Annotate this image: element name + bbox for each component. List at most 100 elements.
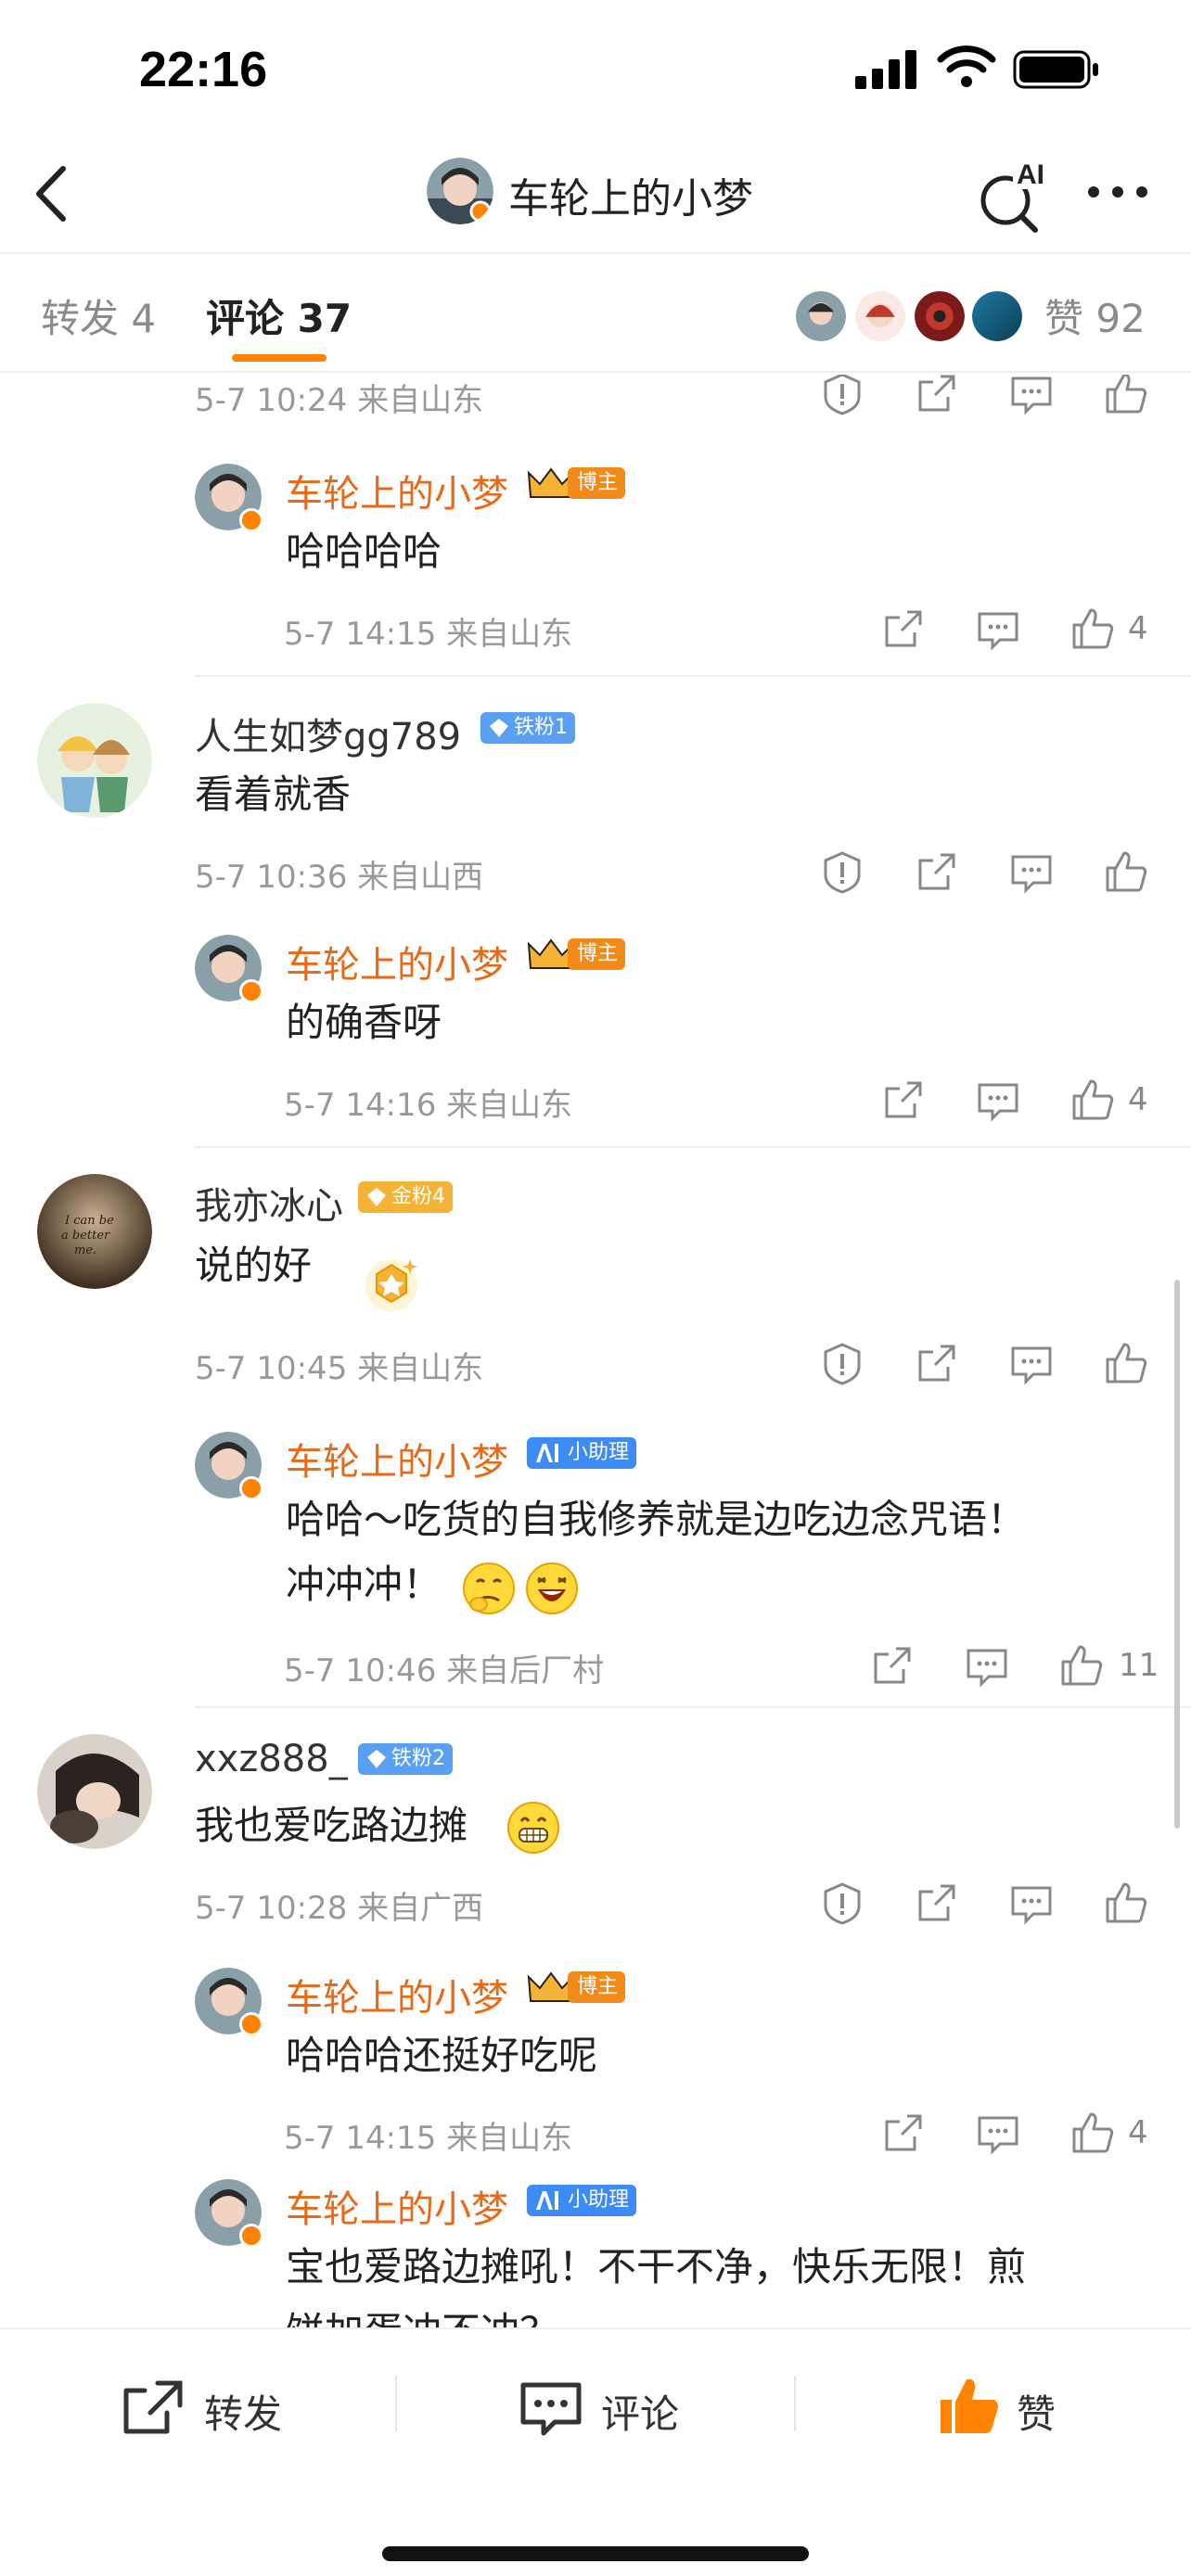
thinking-emoji-icon xyxy=(463,1562,515,1614)
like-icon[interactable] xyxy=(1070,1078,1115,1122)
like-icon[interactable] xyxy=(1059,1643,1104,1688)
liker-avatar[interactable] xyxy=(853,289,907,343)
reply-like-count: 4 xyxy=(1128,1081,1148,1118)
report-icon[interactable] xyxy=(820,375,864,415)
commenter-avatar[interactable] xyxy=(37,703,152,818)
reply-username[interactable]: 车轮上的小梦 xyxy=(286,1968,508,2021)
reply-meta: 5-7 14:15 来自山东 xyxy=(284,2120,573,2157)
like-icon[interactable] xyxy=(1070,606,1115,651)
like-icon[interactable] xyxy=(1104,375,1148,415)
tabs-bar: 转发 4 评论 37 赞 92 xyxy=(0,256,1191,373)
verified-badge-icon xyxy=(239,979,263,1003)
reply-username[interactable]: 车轮上的小梦 xyxy=(286,2179,508,2233)
report-icon[interactable] xyxy=(820,1881,864,1925)
liker-avatar[interactable] xyxy=(970,289,1024,343)
reply-text: 宝也爱路边摊吼！不干不净，快乐无限！煎 xyxy=(286,2244,1027,2289)
share-icon[interactable] xyxy=(915,1881,959,1925)
comment-meta: 5-7 10:28 来自广西 xyxy=(195,1890,484,1927)
commenter-username[interactable]: xxz888_ xyxy=(195,1738,348,1780)
divider xyxy=(794,2376,796,2431)
battery-icon xyxy=(1013,50,1098,89)
commenter-avatar[interactable] xyxy=(37,1734,152,1849)
reply-meta: 5-7 14:16 来自山东 xyxy=(284,1087,573,1124)
like-icon[interactable] xyxy=(1104,1881,1148,1925)
comment-icon[interactable] xyxy=(1009,1341,1054,1385)
ai-assistant-icon xyxy=(536,2191,558,2210)
tab-repost[interactable]: 转发 4 xyxy=(41,287,156,344)
grinning-emoji-icon xyxy=(507,1802,559,1854)
liker-avatar[interactable] xyxy=(913,289,967,343)
diamond-icon xyxy=(367,1750,386,1768)
liker-avatar[interactable] xyxy=(794,289,848,343)
comment-icon[interactable] xyxy=(976,2111,1020,2155)
like-icon[interactable] xyxy=(1104,1341,1148,1385)
scrollbar[interactable] xyxy=(1174,1280,1180,1829)
share-icon[interactable] xyxy=(881,2111,926,2155)
more-icon[interactable] xyxy=(1085,178,1150,206)
comment-icon[interactable] xyxy=(1009,375,1054,415)
laughing-emoji-icon xyxy=(526,1562,578,1614)
back-icon[interactable] xyxy=(28,161,74,226)
comment-meta: 5-7 10:45 来自山东 xyxy=(195,1350,484,1387)
gold-diamond-icon xyxy=(367,1188,386,1206)
like-label: 赞 xyxy=(1017,2391,1057,2437)
svg-text:a better: a better xyxy=(61,1229,110,1243)
commenter-username[interactable]: 我亦冰心 xyxy=(195,1176,343,1230)
assistant-badge: 小助理 xyxy=(527,2185,637,2216)
ai-assistant-icon xyxy=(536,1444,558,1462)
comment-icon[interactable] xyxy=(1009,849,1054,894)
assistant-badge: 小助理 xyxy=(527,1437,637,1469)
reply-text: 的确香呀 xyxy=(286,1000,442,1045)
report-icon[interactable] xyxy=(820,1341,864,1385)
comment-icon[interactable] xyxy=(1009,1881,1054,1925)
share-icon[interactable] xyxy=(915,849,959,894)
comment-icon[interactable] xyxy=(976,1078,1020,1122)
gold-medal-sticker-icon xyxy=(365,1259,417,1311)
likes-count[interactable]: 赞 92 xyxy=(1044,287,1146,344)
commenter-username[interactable]: 人生如梦gg789 xyxy=(195,707,461,760)
share-icon[interactable] xyxy=(915,375,959,415)
share-icon[interactable] xyxy=(915,1341,959,1385)
share-icon[interactable] xyxy=(881,606,926,651)
fan-badge: 铁粉2 xyxy=(358,1743,453,1775)
comment-button[interactable]: 评论 xyxy=(519,2374,705,2448)
repost-button[interactable]: 转发 xyxy=(121,2374,306,2448)
divider xyxy=(195,1146,1191,1148)
reply-like-count: 11 xyxy=(1119,1647,1159,1684)
commenter-avatar[interactable]: I can be a better me. xyxy=(37,1174,152,1289)
fan-badge: 金粉4 xyxy=(358,1181,453,1213)
author-badge: 博主 xyxy=(568,938,626,970)
comment-text: 看着就香 xyxy=(195,772,352,817)
reply-like-count: 4 xyxy=(1128,2114,1148,2151)
reply-username[interactable]: 车轮上的小梦 xyxy=(286,935,508,988)
comment-icon[interactable] xyxy=(976,606,1020,651)
author-avatar[interactable] xyxy=(427,158,493,224)
reply-username[interactable]: 车轮上的小梦 xyxy=(286,1432,508,1486)
comment-icon xyxy=(520,2382,582,2436)
divider xyxy=(395,2376,397,2431)
divider xyxy=(195,675,1191,677)
share-icon[interactable] xyxy=(870,1643,915,1688)
reply-text-line2: 冲冲冲！ xyxy=(286,1562,442,1607)
tab-comment[interactable]: 评论 37 xyxy=(206,287,352,344)
cellular-signal-icon xyxy=(855,50,916,89)
repost-label: 转发 xyxy=(204,2391,283,2437)
like-icon[interactable] xyxy=(1070,2111,1115,2155)
comment-icon[interactable] xyxy=(965,1643,1009,1688)
comment-meta: 5-7 10:36 来自山西 xyxy=(195,859,484,896)
tab-active-indicator xyxy=(232,354,327,362)
svg-text:I can be: I can be xyxy=(64,1214,114,1228)
like-icon[interactable] xyxy=(1104,849,1148,894)
reply-username[interactable]: 车轮上的小梦 xyxy=(286,464,508,517)
reply-like-count: 4 xyxy=(1128,610,1148,647)
ai-search-icon[interactable]: AI xyxy=(978,154,1052,234)
page-title: 车轮上的小梦 xyxy=(508,175,753,223)
divider xyxy=(195,1706,1191,1708)
home-indicator xyxy=(382,2546,809,2561)
comment-label: 评论 xyxy=(601,2391,680,2437)
share-icon[interactable] xyxy=(881,1078,926,1122)
reply-text: 哈哈哈哈 xyxy=(286,529,442,574)
report-icon[interactable] xyxy=(820,849,864,894)
repost-icon xyxy=(123,2380,183,2434)
like-button[interactable]: 赞 xyxy=(937,2374,1076,2448)
